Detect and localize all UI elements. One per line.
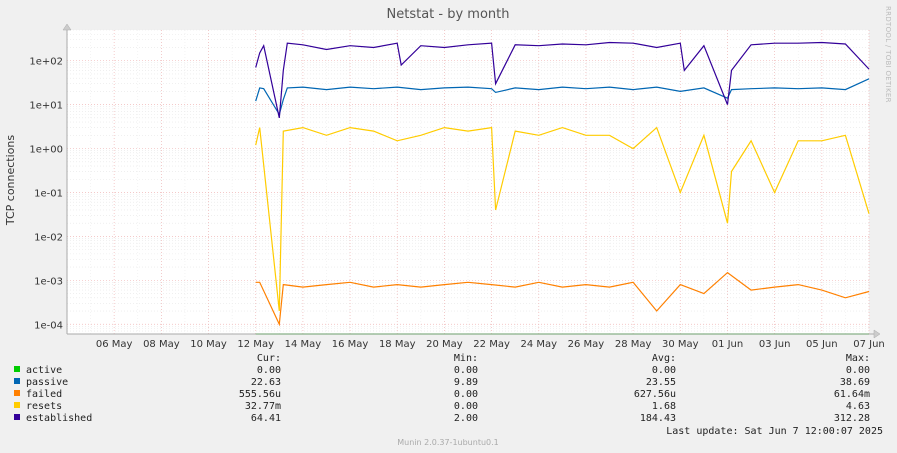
legend-cur: 32.77m [245,401,281,412]
legend-min: 0.00 [454,389,478,400]
rrdtool-watermark: RRDTOOL / TOBI OETIKER [884,6,892,103]
x-tick-label: 18 May [379,339,416,350]
legend-header-min: Min: [454,353,478,364]
legend-swatch [14,390,20,396]
y-tick-label: 1e+00 [29,145,63,156]
y-tick-label: 1e+02 [29,57,63,68]
legend-row-active: active 0.00 0.00 0.00 0.00 [14,365,870,376]
x-tick-label: 26 May [568,339,605,350]
legend-swatch [14,378,20,384]
legend-header-max: Max: [846,353,870,364]
legend-row-established: established 64.41 2.00 184.43 312.28 [14,413,870,424]
x-tick-label: 08 May [143,339,180,350]
x-tick-label: 05 Jun [806,339,838,350]
legend-max: 38.69 [840,377,870,388]
y-tick-label: 1e+01 [29,101,63,112]
legend-name: failed [26,389,62,400]
legend-swatch [14,402,20,408]
x-tick-label: 06 May [96,339,133,350]
legend-swatch [14,366,20,372]
legend-header: Cur: Min: Avg: Max: [257,353,870,364]
legend-header-avg: Avg: [652,353,676,364]
legend-swatch [14,414,20,420]
x-tick-label: 12 May [237,339,274,350]
legend-name: established [26,413,92,424]
legend-name: active [26,365,62,376]
legend-cur: 22.63 [251,377,281,388]
legend-max: 312.28 [834,413,870,424]
x-tick-label: 14 May [285,339,322,350]
x-tick-label: 01 Jun [712,339,744,350]
y-axis-label: TCP connections [4,135,17,226]
legend-max: 4.63 [846,401,870,412]
legend-avg: 184.43 [640,413,676,424]
chart-title: Netstat - by month [387,7,510,22]
y-tick-label: 1e-03 [34,276,63,287]
legend-avg: 627.56u [634,389,676,400]
x-tick-label: 16 May [332,339,369,350]
y-tick-label: 1e-02 [34,232,63,243]
x-tick-label: 28 May [615,339,652,350]
x-tick-labels: 06 May 08 May 10 May 12 May 14 May 16 May 18 M… [96,339,885,350]
legend-header-cur: Cur: [257,353,281,364]
x-axis-arrow [873,329,881,339]
legend: active 0.00 0.00 0.00 0.00passive 22.63 9.89 23… [14,365,870,424]
x-tick-label: 07 Jun [853,339,885,350]
last-update: Last update: Sat Jun 7 12:00:07 2025 [666,426,883,437]
legend-name: resets [26,401,62,412]
x-tick-label: 30 May [662,339,699,350]
x-tick-label: 10 May [190,339,227,350]
x-tick-label: 20 May [426,339,463,350]
legend-cur: 555.56u [239,389,281,400]
legend-cur: 0.00 [257,365,281,376]
netstat-chart: Netstat - by month RRDTOOL / TOBI OETIKE… [4,6,892,447]
y-tick-label: 1e-01 [34,188,63,199]
x-tick-label: 03 Jun [759,339,791,350]
y-tick-label: 1e-04 [34,320,63,331]
legend-avg: 0.00 [652,365,676,376]
legend-name: passive [26,377,68,388]
legend-row-failed: failed 555.56u 0.00 627.56u 61.64m [14,389,870,400]
legend-max: 0.00 [846,365,870,376]
legend-min: 0.00 [454,401,478,412]
legend-min: 2.00 [454,413,478,424]
y-axis-arrow [62,23,72,31]
legend-cur: 64.41 [251,413,281,424]
legend-min: 9.89 [454,377,478,388]
y-tick-labels: 1e+02 1e+01 1e+00 1e-01 1e-02 1e-03 1e-04 [29,57,63,332]
legend-avg: 23.55 [646,377,676,388]
legend-avg: 1.68 [652,401,676,412]
legend-row-passive: passive 22.63 9.89 23.55 38.69 [14,377,870,388]
legend-row-resets: resets 32.77m 0.00 1.68 4.63 [14,401,870,412]
x-tick-label: 24 May [520,339,557,350]
legend-min: 0.00 [454,365,478,376]
legend-max: 61.64m [834,389,870,400]
munin-footer: Munin 2.0.37-1ubuntu0.1 [397,438,499,447]
x-tick-label: 22 May [473,339,510,350]
